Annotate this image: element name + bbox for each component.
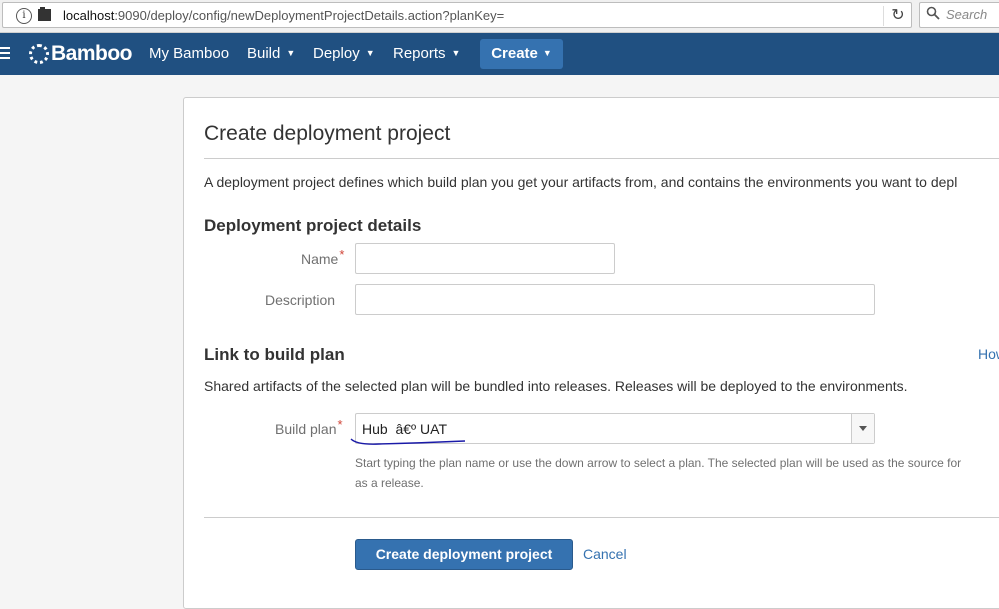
chevron-down-icon (859, 426, 867, 431)
intro-text: A deployment project defines which build… (204, 174, 958, 190)
dropdown-toggle[interactable] (851, 414, 874, 443)
create-deployment-project-button[interactable]: Create deployment project (355, 539, 573, 570)
chevron-down-icon: ▼ (451, 48, 461, 58)
url-text[interactable]: localhost:9090/deploy/config/newDeployme… (63, 8, 504, 23)
browser-toolbar: i localhost:9090/deploy/config/newDeploy… (0, 0, 999, 33)
details-heading: Deployment project details (204, 216, 422, 235)
nav-my-bamboo-label: My Bamboo (149, 45, 230, 62)
bamboo-logo[interactable]: Bamboo (29, 42, 133, 66)
help-line: Start typing the plan name or use the do… (355, 456, 962, 470)
how-link[interactable]: How (978, 346, 999, 362)
create-button[interactable]: Create ▼ (480, 39, 563, 69)
browser-search-placeholder: Search (946, 7, 988, 22)
search-icon (926, 6, 940, 23)
url-host: localhost (63, 8, 115, 23)
description-field[interactable] (355, 284, 875, 315)
chevron-down-icon: ▼ (286, 48, 296, 58)
chevron-down-icon: ▼ (542, 48, 552, 58)
help-line: as a release. (355, 476, 424, 490)
page-icon (38, 7, 51, 21)
app-header: Bamboo My Bamboo Build ▼ Deploy ▼ Reports ▼… (0, 33, 999, 75)
create-button-label: Create (491, 45, 538, 62)
bamboo-logo-icon (29, 44, 49, 64)
build-plan-label-text: Build plan (275, 421, 337, 437)
nav-reports-label: Reports (393, 45, 446, 62)
required-marker: * (337, 417, 343, 432)
divider (204, 517, 999, 518)
link-build-plan-heading: Link to build plan (204, 345, 345, 364)
shared-artifacts-text: Shared artifacts of the selected plan wi… (204, 378, 908, 394)
build-plan-help: Start typing the plan name or use the do… (355, 453, 999, 493)
cancel-link[interactable]: Cancel (583, 546, 627, 562)
url-path: :9090/deploy/config/newDeploymentProject… (114, 8, 505, 23)
required-marker: * (339, 247, 345, 262)
build-plan-label: Build plan* (275, 417, 343, 437)
nav-reports[interactable]: Reports ▼ (393, 45, 460, 62)
name-label: Name* (301, 247, 344, 267)
reload-icon[interactable]: ↻ (883, 6, 912, 26)
build-plan-value: Hub â€º UAT (362, 421, 447, 437)
browser-search-input[interactable]: Search (919, 2, 999, 28)
menu-icon[interactable] (0, 44, 10, 64)
name-label-text: Name (301, 251, 339, 267)
name-field[interactable] (355, 243, 615, 274)
description-label: Description (265, 292, 336, 308)
page-title: Create deployment project (204, 122, 451, 145)
nav-my-bamboo[interactable]: My Bamboo (149, 45, 229, 62)
nav-build-label: Build (247, 45, 281, 62)
divider (204, 158, 999, 159)
nav-deploy-label: Deploy (313, 45, 360, 62)
logo-text: Bamboo (51, 42, 133, 65)
chevron-down-icon: ▼ (365, 48, 375, 58)
info-icon[interactable]: i (16, 8, 32, 24)
address-bar[interactable]: i localhost:9090/deploy/config/newDeploy… (2, 2, 912, 28)
handwritten-underline (350, 438, 466, 445)
nav-build[interactable]: Build ▼ (247, 45, 295, 62)
nav-deploy[interactable]: Deploy ▼ (313, 45, 375, 62)
